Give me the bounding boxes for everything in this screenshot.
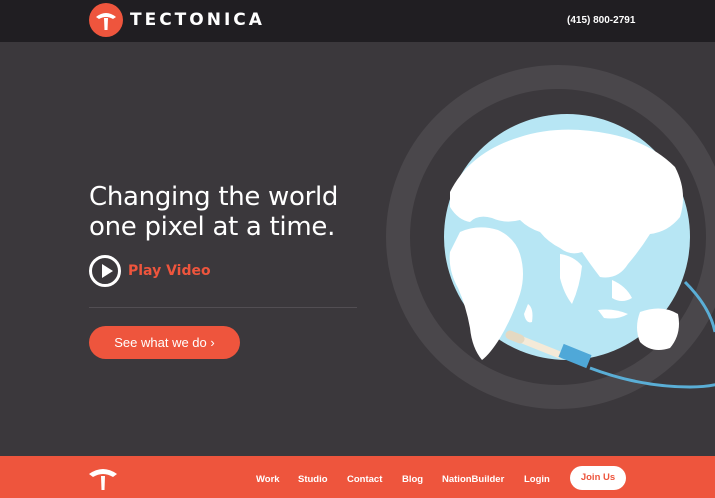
nav-item-studio[interactable]: Studio xyxy=(298,474,328,485)
nav-item-login[interactable]: Login xyxy=(524,474,550,485)
nav-item-nationbuilder[interactable]: NationBuilder xyxy=(442,474,504,485)
footer-logo-icon[interactable] xyxy=(88,465,118,491)
headline-line-1: Changing the world xyxy=(89,182,339,212)
top-bar: TECTONICA (415) 800-2791 xyxy=(0,0,715,42)
see-what-we-do-button[interactable]: See what we do › xyxy=(89,326,240,359)
brand-name[interactable]: TECTONICA xyxy=(130,10,265,30)
join-us-button[interactable]: Join Us xyxy=(570,466,626,490)
nav-item-blog[interactable]: Blog xyxy=(402,474,423,485)
headline-line-2: one pixel at a time. xyxy=(89,212,336,242)
bottom-nav-bar: Work Studio Contact Blog NationBuilder L… xyxy=(0,456,715,498)
hero-headline: Changing the world one pixel at a time. xyxy=(89,182,338,242)
phone-number[interactable]: (415) 800-2791 xyxy=(567,15,635,26)
nav-item-contact[interactable]: Contact xyxy=(347,474,382,485)
nav-item-work[interactable]: Work xyxy=(256,474,280,485)
hero-section: Changing the world one pixel at a time. … xyxy=(0,42,715,456)
play-icon[interactable] xyxy=(89,255,121,287)
globe-illustration xyxy=(386,65,715,409)
play-video-label[interactable]: Play Video xyxy=(128,263,211,279)
play-video-button[interactable]: Play Video xyxy=(89,255,211,287)
hero-divider xyxy=(89,307,357,308)
tectonica-logo-icon[interactable] xyxy=(89,3,123,37)
